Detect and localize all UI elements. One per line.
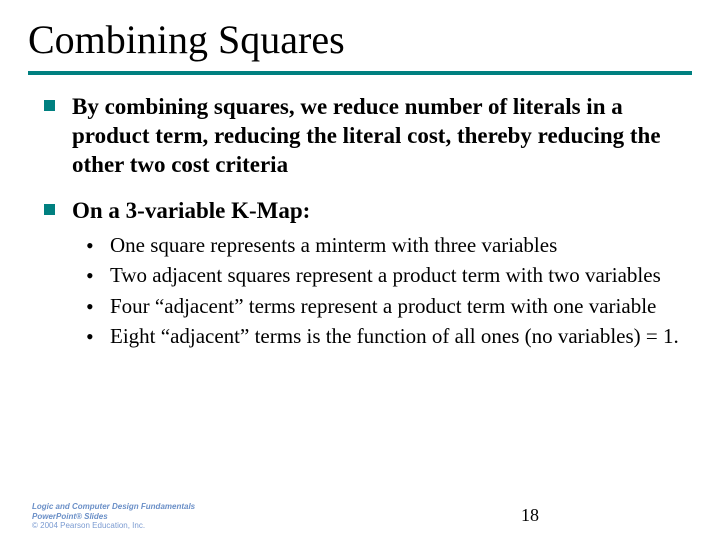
page-number: 18	[0, 505, 720, 526]
title-rule	[28, 71, 692, 75]
slide-content: By combining squares, we reduce number o…	[28, 93, 692, 349]
bullet-item: On a 3-variable K-Map: One square repres…	[44, 197, 682, 349]
sub-bullet-item: Two adjacent squares represent a product…	[86, 262, 682, 288]
bullet-text: On a 3-variable K-Map:	[72, 198, 310, 223]
sub-bullet-item: One square represents a minterm with thr…	[86, 232, 682, 258]
bullet-item: By combining squares, we reduce number o…	[44, 93, 682, 179]
sub-bullet-item: Four “adjacent” terms represent a produc…	[86, 293, 682, 319]
sub-bullet-list: One square represents a minterm with thr…	[72, 232, 682, 349]
bullet-list: By combining squares, we reduce number o…	[44, 93, 682, 349]
sub-bullet-item: Eight “adjacent” terms is the function o…	[86, 323, 682, 349]
slide-title: Combining Squares	[28, 16, 692, 63]
slide: Combining Squares By combining squares, …	[0, 0, 720, 349]
bullet-text: By combining squares, we reduce number o…	[72, 94, 661, 177]
